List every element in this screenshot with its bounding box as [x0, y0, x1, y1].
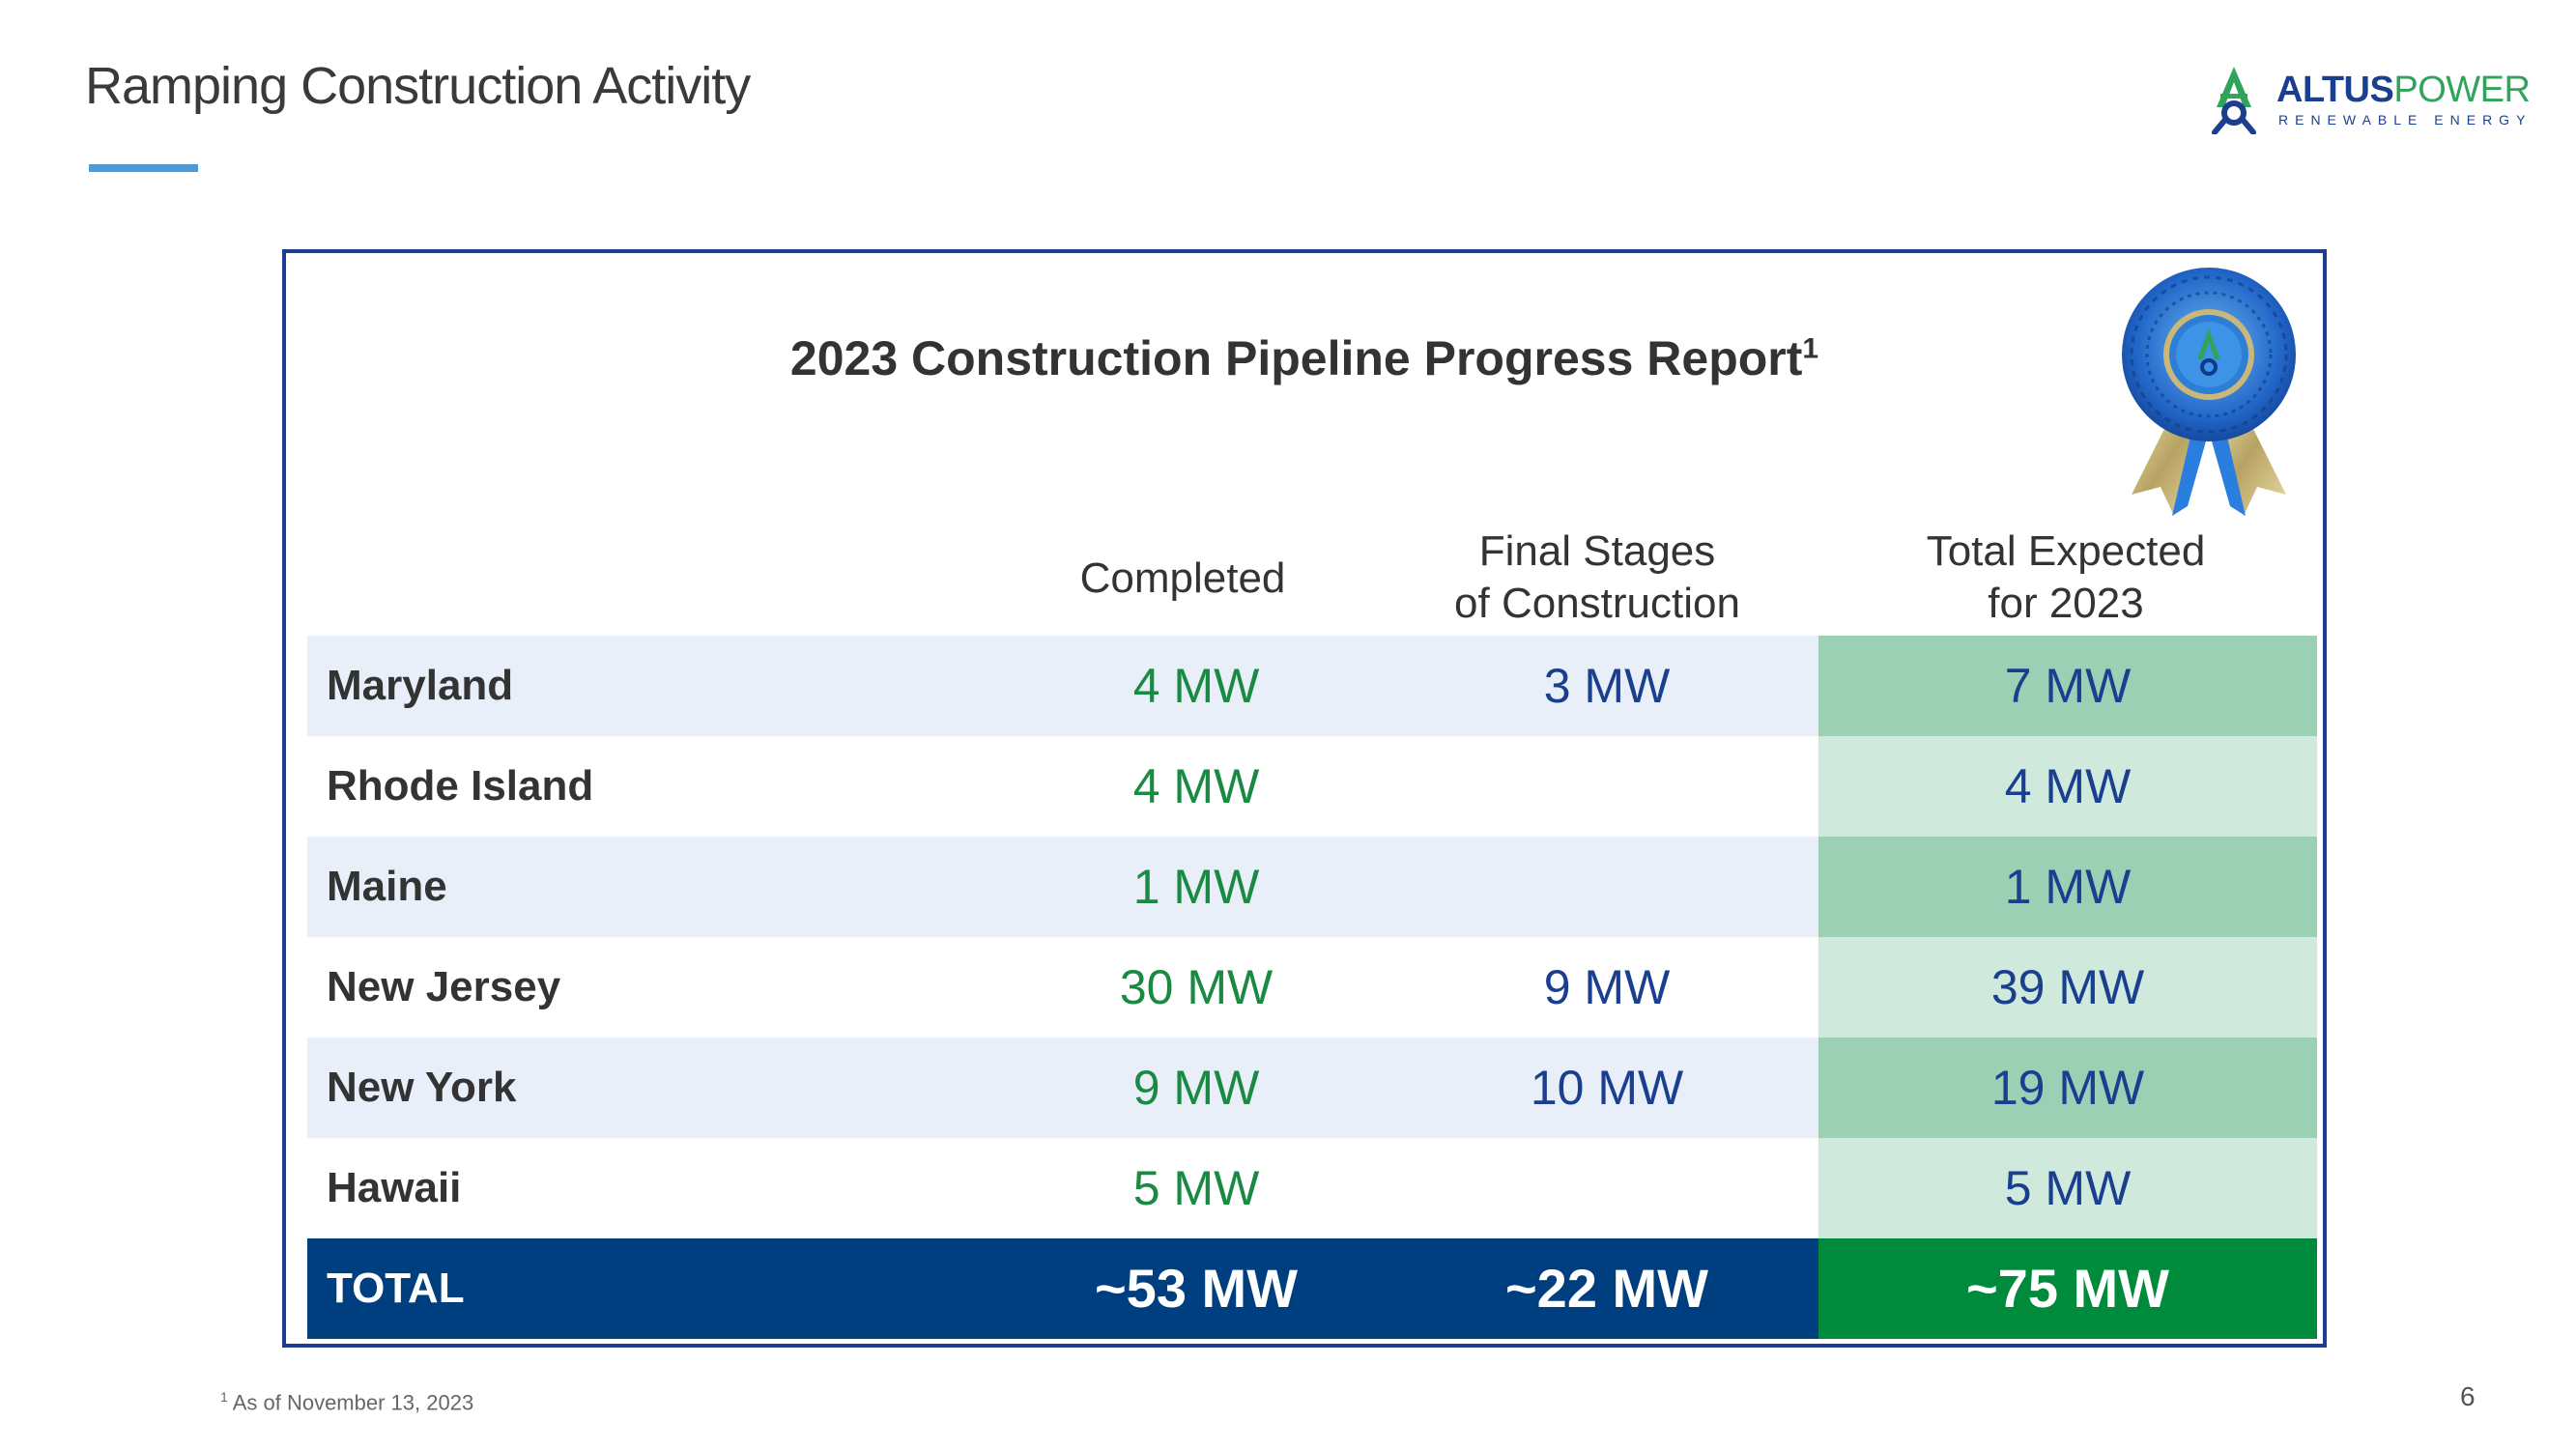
total-expected-cell: 39 MW — [1818, 937, 2317, 1037]
final-stages-cell — [1399, 1138, 1815, 1238]
total-row: TOTAL ~53 MW ~22 MW ~75 MW — [307, 1238, 2317, 1339]
column-header-total-expected: Total Expected for 2023 — [1926, 527, 2206, 627]
total-label: TOTAL — [327, 1264, 465, 1312]
report-title: 2023 Construction Pipeline Progress Repo… — [789, 331, 1819, 385]
row-state-label: Rhode Island — [327, 762, 594, 810]
total-final-stages-cell: ~22 MW — [1504, 1258, 1709, 1319]
table-row: Rhode Island 4 MW 4 MW — [307, 736, 2317, 837]
row-state-label: Maine — [327, 863, 447, 910]
completed-cell: 1 MW — [1132, 860, 1260, 914]
table-row: New Jersey 30 MW 9 MW 39 MW — [307, 937, 2317, 1037]
total-expected-total-cell: ~75 MW — [1818, 1238, 2317, 1339]
completed-cell: 4 MW — [1132, 659, 1260, 713]
final-stages-cell: 10 MW — [1530, 1061, 1684, 1115]
footnote: 1 As of November 13, 2023 — [220, 1389, 474, 1415]
final-stages-cell: 3 MW — [1543, 659, 1671, 713]
logo-tagline: RENEWABLE ENERGY — [2278, 112, 2533, 128]
final-stages-cell — [1399, 736, 1815, 837]
table-row: New York 9 MW 10 MW 19 MW — [307, 1037, 2317, 1138]
completed-cell: 9 MW — [1132, 1061, 1260, 1115]
completed-cell: 30 MW — [1119, 960, 1274, 1014]
table-row: Maryland 4 MW 3 MW 7 MW — [307, 636, 2317, 736]
total-completed-cell: ~53 MW — [1094, 1258, 1299, 1319]
row-state-label: Hawaii — [327, 1164, 462, 1211]
total-expected-cell: 5 MW — [1818, 1138, 2317, 1238]
page-number: 6 — [2460, 1381, 2476, 1411]
title-underline — [89, 164, 198, 172]
total-expected-cell: 19 MW — [1818, 1037, 2317, 1138]
column-header-completed: Completed — [1079, 554, 1286, 602]
completed-cell: 4 MW — [1132, 759, 1260, 813]
row-state-label: New York — [327, 1064, 517, 1111]
final-stages-cell: 9 MW — [1543, 960, 1671, 1014]
column-header-final-stages: Final Stages of Construction — [1454, 527, 1740, 627]
logo-wordmark: ALTUSPOWER — [2276, 70, 2531, 110]
total-expected-cell: 1 MW — [1818, 837, 2317, 937]
altus-power-logo-icon — [2212, 67, 2256, 134]
row-state-label: Maryland — [327, 662, 514, 709]
table-row: Maine 1 MW 1 MW — [307, 837, 2317, 937]
completed-cell: 5 MW — [1132, 1161, 1260, 1215]
row-state-label: New Jersey — [327, 963, 561, 1010]
report-panel: 2023 Construction Pipeline Progress Repo… — [282, 249, 2327, 1348]
company-logo: ALTUSPOWER RENEWABLE ENERGY — [2203, 60, 2531, 137]
award-ribbon-icon — [2122, 268, 2296, 516]
total-expected-cell: 7 MW — [1818, 636, 2317, 736]
slide-title: Ramping Construction Activity — [85, 57, 751, 115]
table-row: Hawaii 5 MW 5 MW — [307, 1138, 2317, 1238]
final-stages-cell — [1399, 837, 1815, 937]
total-expected-cell: 4 MW — [1818, 736, 2317, 837]
